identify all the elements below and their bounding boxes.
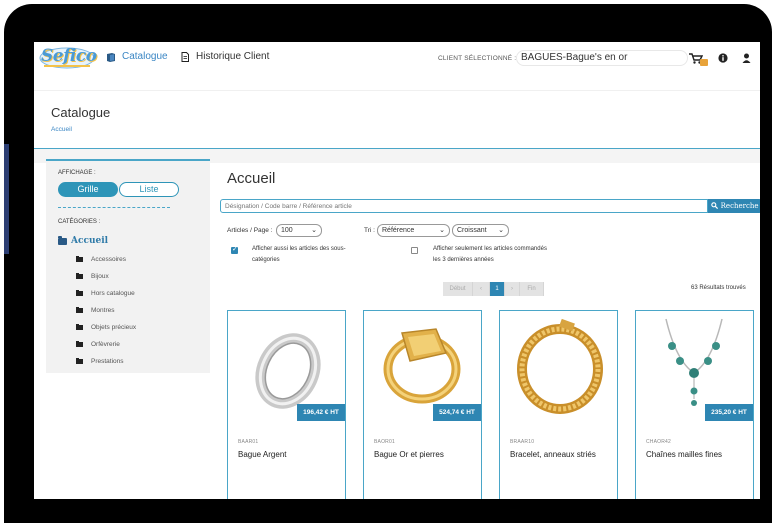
product-name[interactable]: Chaînes mailles fines: [646, 450, 722, 459]
sort-label: Tri :: [364, 227, 375, 234]
category-item[interactable]: Montres: [76, 307, 114, 314]
book-icon: [107, 52, 115, 62]
sidebar-divider: [58, 207, 170, 208]
client-select-field[interactable]: BAGUES-Bague's en or: [516, 50, 688, 66]
display-label: AFFICHAGE :: [58, 170, 96, 176]
product-ref: BRAAR10: [510, 439, 535, 445]
sidebar: AFFICHAGE : Grille Liste CATÉGORIES : Ac…: [46, 159, 210, 373]
category-label: Montres: [91, 307, 115, 314]
folder-icon: [76, 358, 83, 364]
category-root-accueil[interactable]: Accueil: [58, 235, 109, 246]
logo[interactable]: Sefico: [38, 45, 97, 69]
info-icon[interactable]: [718, 53, 728, 63]
product-name[interactable]: Bague Argent: [238, 450, 286, 459]
checkbox-subcategories-label: Afficher aussi les articles des sous-cat…: [252, 246, 346, 263]
product-ref: BAAR01: [238, 439, 259, 445]
category-label: Bijoux: [91, 273, 109, 280]
checkbox-recent[interactable]: [411, 247, 418, 254]
top-bar: Sefico Catalogue Historique Client CLIEN…: [34, 42, 760, 74]
folder-icon: [76, 256, 83, 262]
product-card[interactable]: BRAAR10 Bracelet, anneaux striés: [499, 310, 618, 499]
search-button-label: Recherche: [720, 202, 759, 210]
breadcrumb[interactable]: Accueil: [51, 126, 72, 133]
folder-icon: [76, 341, 83, 347]
folder-icon: [76, 290, 83, 296]
folder-icon: [76, 307, 83, 313]
user-icon[interactable]: [742, 53, 751, 63]
per-page-select[interactable]: 100 ⌄: [276, 224, 322, 237]
checkbox-recent-label: Afficher seulement les articles commandé…: [433, 246, 547, 263]
chevron-down-icon: ⌄: [439, 227, 445, 234]
checkbox-subcategories[interactable]: [231, 245, 238, 254]
search-icon: [711, 202, 719, 210]
folder-icon: [58, 235, 67, 245]
category-label: Orfèvrerie: [91, 341, 120, 348]
category-item[interactable]: Accessoires: [76, 256, 126, 263]
tablet-frame: Sefico Catalogue Historique Client CLIEN…: [4, 4, 772, 523]
chevron-down-icon: ⌄: [311, 227, 317, 234]
client-selected-label: CLIENT SÉLECTIONNÉ :: [438, 55, 517, 62]
product-card[interactable]: 235,20 € HT CHAOR42 Chaînes mailles fine…: [635, 310, 754, 499]
product-price: 196,42 € HT: [297, 404, 345, 421]
pagination: Début ‹ 1 › Fin: [443, 282, 544, 296]
main-title: Accueil: [227, 170, 276, 187]
folder-icon: [76, 324, 83, 330]
product-price: 235,20 € HT: [705, 404, 753, 421]
app-screen: Sefico Catalogue Historique Client CLIEN…: [34, 42, 760, 499]
page-last-button[interactable]: Fin: [520, 282, 544, 296]
page-current-button[interactable]: 1: [490, 282, 505, 296]
product-card[interactable]: 524,74 € HT BAOR01 Bague Or et pierres: [363, 310, 482, 499]
view-list-button[interactable]: Liste: [119, 182, 179, 197]
category-label: Hors catalogue: [91, 290, 135, 297]
product-image-gold-chain-bracelet: [517, 318, 603, 414]
search-button[interactable]: Recherche: [708, 199, 760, 213]
sort-order-value: Croissant: [457, 227, 487, 234]
per-page-value: 100: [281, 227, 293, 234]
folder-icon: [76, 273, 83, 279]
category-item[interactable]: Bijoux: [76, 273, 109, 280]
per-page-label: Articles / Page :: [227, 227, 273, 234]
product-ref: CHAOR42: [646, 439, 672, 445]
category-label: Prestations: [91, 358, 124, 365]
category-label: Objets précieux: [91, 324, 137, 331]
sort-order-select[interactable]: Croissant ⌄: [452, 224, 509, 237]
document-icon: [181, 51, 189, 62]
page-title: Catalogue: [51, 105, 111, 120]
product-price: 524,74 € HT: [433, 404, 481, 421]
category-item[interactable]: Hors catalogue: [76, 290, 135, 297]
product-card[interactable]: 196,42 € HT BAAR01 Bague Argent: [227, 310, 346, 499]
product-name[interactable]: Bracelet, anneaux striés: [510, 450, 596, 459]
page-prev-button[interactable]: ‹: [473, 282, 490, 296]
results-count: 63 Résultats trouvés: [691, 285, 746, 291]
category-item[interactable]: Prestations: [76, 358, 124, 365]
page-next-button[interactable]: ›: [505, 282, 520, 296]
product-name[interactable]: Bague Or et pierres: [374, 450, 444, 459]
nav-catalogue[interactable]: Catalogue: [106, 51, 168, 62]
nav-historique-label: Historique Client: [196, 51, 270, 62]
sort-field-value: Référence: [382, 227, 415, 234]
category-item[interactable]: Orfèvrerie: [76, 341, 120, 348]
side-accent: [4, 144, 9, 254]
chevron-down-icon: ⌄: [498, 227, 504, 234]
category-label: Accessoires: [91, 256, 127, 263]
cart-badge: [700, 59, 708, 66]
search-input[interactable]: [220, 199, 708, 213]
search-row: Recherche: [220, 199, 760, 213]
nav-catalogue-label: Catalogue: [122, 51, 168, 62]
sort-field-select[interactable]: Référence ⌄: [377, 224, 450, 237]
category-root-label: Accueil: [71, 236, 109, 246]
page-header: Catalogue Accueil: [34, 90, 760, 148]
categories-label: CATÉGORIES :: [58, 219, 101, 225]
nav-historique-client[interactable]: Historique Client: [180, 51, 269, 62]
logo-text: Sefico: [41, 46, 97, 66]
product-ref: BAOR01: [374, 439, 395, 445]
view-grid-button[interactable]: Grille: [58, 182, 118, 197]
category-item[interactable]: Objets précieux: [76, 324, 136, 331]
page-first-button[interactable]: Début: [443, 282, 473, 296]
